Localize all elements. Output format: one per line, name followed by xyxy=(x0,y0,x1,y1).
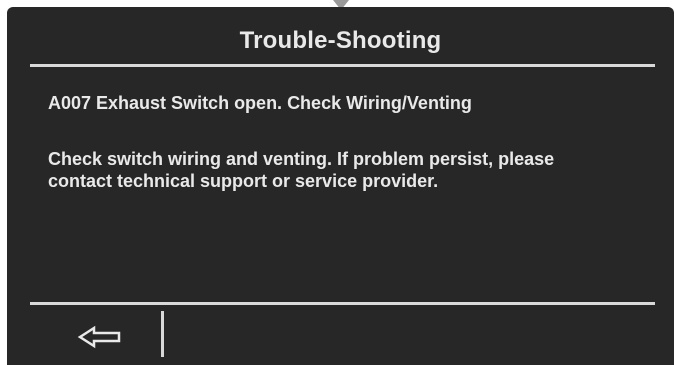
title-divider xyxy=(30,64,655,67)
left-arrow-outline-icon xyxy=(77,325,121,349)
back-button[interactable] xyxy=(57,313,157,357)
footer-vertical-divider xyxy=(161,311,164,357)
trouble-shooting-screen: Trouble-Shooting A007 Exhaust Switch ope… xyxy=(7,7,674,365)
page-title: Trouble-Shooting xyxy=(239,27,442,54)
error-code-message: A007 Exhaust Switch open. Check Wiring/V… xyxy=(48,93,472,113)
troubleshooting-instructions: Check switch wiring and venting. If prob… xyxy=(48,149,555,191)
footer-divider xyxy=(30,302,655,305)
